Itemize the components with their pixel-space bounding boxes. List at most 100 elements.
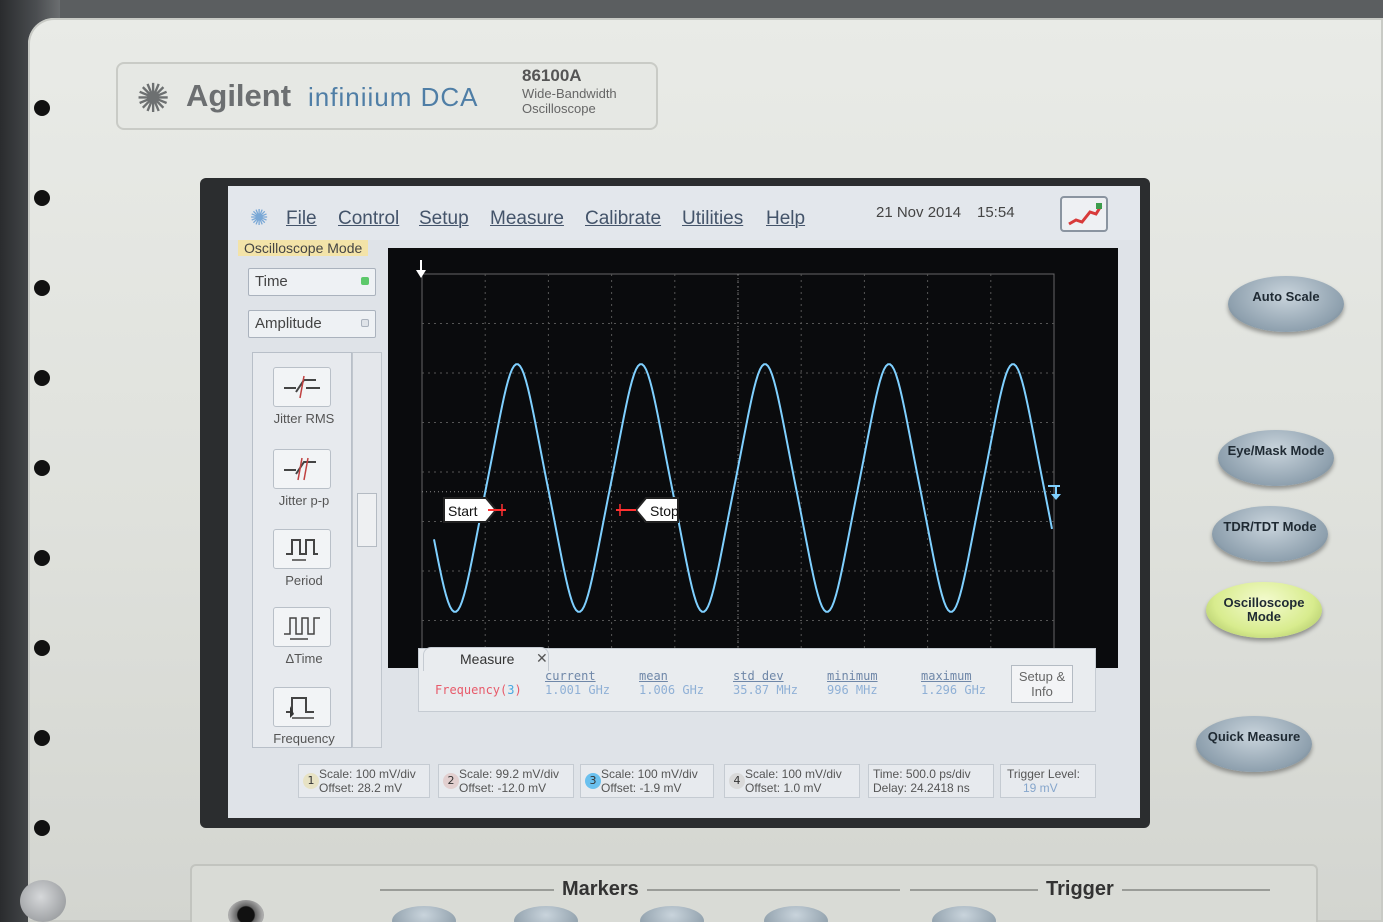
start-marker[interactable]: Start <box>443 497 506 523</box>
model-number: 86100A <box>522 66 582 85</box>
date-display: 21 Nov 2014 <box>876 204 962 221</box>
tool-label: ΔTime <box>285 651 323 666</box>
scrollbar-thumb[interactable] <box>357 493 377 547</box>
waveform-display[interactable]: Start Stop <box>388 248 1118 668</box>
mode-label: Oscilloscope Mode <box>238 240 369 256</box>
jitter-pp-icon <box>284 457 316 481</box>
channel-scale: Scale: 100 mV/div <box>601 767 698 781</box>
menu-measure[interactable]: Measure <box>490 208 564 230</box>
value-minimum: 996 MHz <box>827 683 878 697</box>
waveform-svg: Start Stop <box>416 260 1061 668</box>
menu-help[interactable]: Help <box>766 208 805 230</box>
channel-number: 3 <box>585 773 601 789</box>
menu-utilities[interactable]: Utilities <box>682 208 743 230</box>
header-maximum: maximum <box>921 669 972 683</box>
channel-offset: Offset: -1.9 mV <box>601 781 682 795</box>
close-icon[interactable]: ✕ <box>536 650 548 667</box>
start-marker-label: Start <box>448 503 478 519</box>
markers-section-title: Markers <box>554 878 647 901</box>
tool-jitter-pp[interactable]: Jitter p-p <box>269 449 337 508</box>
delta-time-icon <box>284 617 320 640</box>
tdr-tdt-mode-button[interactable]: TDR/TDT Mode <box>1212 506 1328 562</box>
tool-delta-time[interactable]: ΔTime <box>269 607 337 666</box>
tool-period[interactable]: Period <box>269 529 337 588</box>
tool-frequency[interactable]: Frequency <box>269 687 337 746</box>
trigger-label: Trigger Level: <box>1007 767 1080 781</box>
header-minimum: minimum <box>827 669 878 683</box>
channel-settings: Scale: 99.2 mV/div Offset: -12.0 mV <box>459 767 559 795</box>
timebase-status[interactable]: Time: 500.0 ps/div Delay: 24.2418 ns <box>868 764 994 798</box>
trigger-arrow-icon <box>416 260 426 278</box>
menu-setup[interactable]: Setup <box>419 208 469 230</box>
auto-scale-button[interactable]: Auto Scale <box>1228 276 1344 332</box>
channel-scale: Scale: 100 mV/div <box>319 767 416 781</box>
tool-label: Jitter p-p <box>278 493 330 508</box>
header-std-dev: std dev <box>733 669 784 683</box>
front-panel-controls <box>190 864 1318 922</box>
product-name: infiniium DCA <box>308 82 479 112</box>
header-current: current <box>545 669 596 683</box>
agilent-spark-logo-icon: ✺ <box>136 76 170 122</box>
quick-measure-button[interactable]: Quick Measure <box>1196 716 1312 772</box>
menu-calibrate[interactable]: Calibrate <box>585 208 661 230</box>
connector-jack <box>228 900 264 922</box>
rack-hole <box>34 820 50 836</box>
menu-file[interactable]: File <box>286 208 317 230</box>
channel-3-status[interactable]: 3 Scale: 100 mV/div Offset: -1.9 mV <box>580 764 714 798</box>
rack-hole <box>34 460 50 476</box>
menu-control[interactable]: Control <box>338 208 399 230</box>
stop-marker[interactable]: Stop <box>616 497 679 523</box>
measurement-name[interactable]: Frequency(3) <box>435 683 522 697</box>
period-button[interactable] <box>273 529 331 569</box>
active-led-icon <box>361 277 369 285</box>
trigger-settings: Trigger Level: 19 mV <box>1007 767 1080 795</box>
channel-4-status[interactable]: 4 Scale: 100 mV/div Offset: 1.0 mV <box>724 764 860 798</box>
measurement-name-label: Frequency( <box>435 683 508 697</box>
channel-3-trace <box>433 363 1053 613</box>
channel-number: 2 <box>443 773 459 789</box>
measure-tab[interactable]: Measure ✕ <box>423 647 549 671</box>
channel-scale: Scale: 99.2 mV/div <box>459 767 560 781</box>
channel-2-status[interactable]: 2 Scale: 99.2 mV/div Offset: -12.0 mV <box>438 764 574 798</box>
amplitude-button-label: Amplitude <box>255 315 322 332</box>
period-icon <box>286 539 318 561</box>
measurement-toolbar: Jitter RMS Jitter p-p Period ΔTime Frequ… <box>252 352 352 748</box>
trigger-status[interactable]: Trigger Level: 19 mV <box>1000 764 1096 798</box>
jitter-pp-button[interactable] <box>273 449 331 489</box>
app-logo-icon[interactable]: ✺ <box>250 206 268 231</box>
eye-mask-mode-button[interactable]: Eye/Mask Mode <box>1218 430 1334 486</box>
toolbar-scrollbar[interactable] <box>352 352 382 748</box>
amplitude-button[interactable]: Amplitude <box>248 310 376 338</box>
time-button-label: Time <box>255 273 288 290</box>
stop-marker-label: Stop <box>650 503 679 519</box>
tool-label: Period <box>285 573 323 588</box>
oscilloscope-mode-button[interactable]: Oscilloscope Mode <box>1206 582 1322 638</box>
time-display: 15:54 <box>977 204 1015 221</box>
rack-hole <box>34 370 50 386</box>
channel-offset: Offset: -12.0 mV <box>459 781 547 795</box>
delta-time-button[interactable] <box>273 607 331 647</box>
run-stop-icon[interactable] <box>1060 196 1108 232</box>
timebase-delay: Delay: 24.2418 ns <box>873 781 970 795</box>
channel-settings: Scale: 100 mV/div Offset: 1.0 mV <box>745 767 842 795</box>
tool-label: Frequency <box>273 731 335 746</box>
rack-hole <box>34 640 50 656</box>
rack-hole <box>34 280 50 296</box>
channel-1-status[interactable]: 1 Scale: 100 mV/div Offset: 28.2 mV <box>298 764 430 798</box>
setup-info-button[interactable]: Setup & Info <box>1011 665 1073 703</box>
channel-settings: Scale: 100 mV/div Offset: -1.9 mV <box>601 767 698 795</box>
time-button[interactable]: Time <box>248 268 376 296</box>
display-screen: ✺ File Control Setup Measure Calibrate U… <box>228 186 1140 818</box>
value-mean: 1.006 GHz <box>639 683 705 697</box>
inactive-led-icon <box>361 319 369 327</box>
rack-hole <box>34 550 50 566</box>
jitter-rms-icon <box>284 375 320 399</box>
jitter-rms-button[interactable] <box>273 367 331 407</box>
tool-jitter-rms[interactable]: Jitter RMS <box>269 367 337 426</box>
channel-number: 1 <box>303 773 319 789</box>
measurement-name-close: ) <box>514 683 522 697</box>
frequency-icon <box>286 697 314 719</box>
value-maximum: 1.296 GHz <box>921 683 987 697</box>
frequency-button[interactable] <box>273 687 331 727</box>
trigger-value: 19 mV <box>1023 781 1058 795</box>
